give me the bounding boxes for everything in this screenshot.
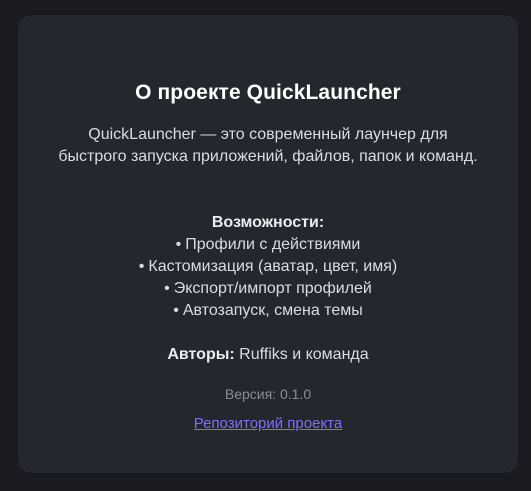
feature-item: • Профили с действиями [18,234,518,256]
feature-label: Экспорт/импорт профилей [173,280,372,297]
feature-label: Профили с действиями [185,236,361,253]
bullet-icon: • [173,302,179,319]
repo-link-row: Репозиторий проекта [18,414,518,434]
bullet-icon: • [175,236,182,253]
feature-item: • Автозапуск, смена темы [18,300,518,322]
features-section: Возможности: • Профили с действиями • Каст… [18,212,518,322]
version-text: Версия: 0.1.0 [224,386,312,402]
about-description: QuickLauncher — это современный лаунчер … [58,126,478,165]
bullet-icon: • [164,280,170,297]
repository-link[interactable]: Репозиторий проекта [194,415,342,432]
feature-label: Автозапуск, смена темы [182,302,363,319]
features-heading: Возможности: [211,214,325,231]
feature-item: • Кастомизация (аватар, цвет, имя) [18,256,518,278]
bullet-icon: • [138,258,145,275]
feature-item: • Экспорт/импорт профилей [18,278,518,300]
authors-value: Ruffiks и команда [239,346,369,363]
authors-label: Авторы: [167,346,235,363]
feature-label: Кастомизация (аватар, цвет, имя) [148,258,398,275]
authors-line: Авторы: Ruffiks и команда [18,344,518,366]
about-title: О проекте QuickLauncher [135,81,401,104]
about-dialog: О проекте QuickLauncher QuickLauncher — … [18,15,518,473]
